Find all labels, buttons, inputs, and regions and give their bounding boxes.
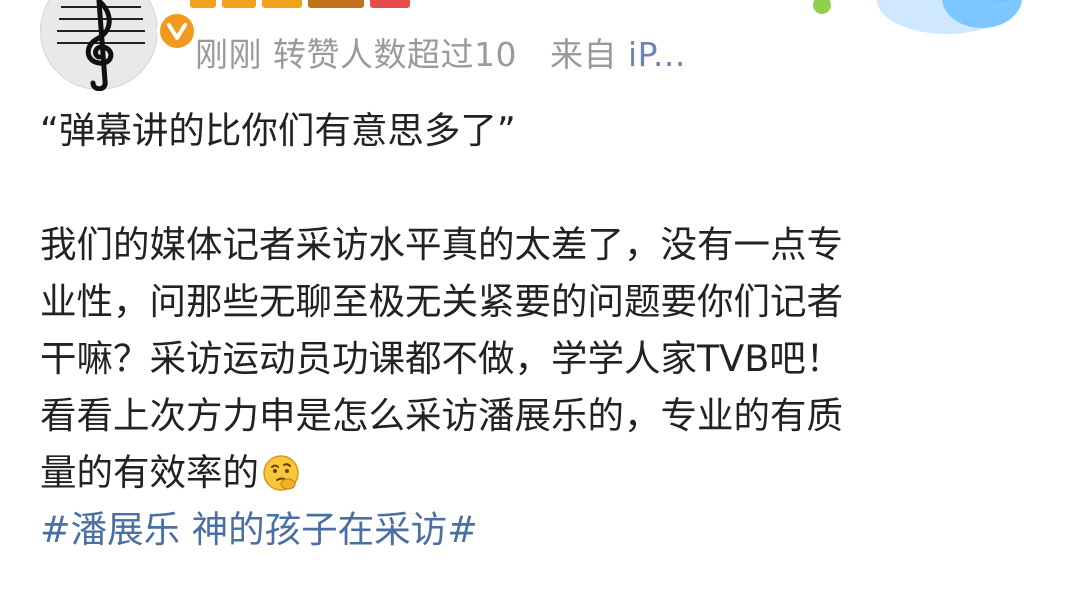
username-glyph (308, 0, 364, 8)
decorative-sticker (797, 0, 1027, 40)
username-glyph (262, 0, 302, 8)
verified-badge-icon (157, 11, 197, 51)
weibo-post: 刚刚 转赞人数超过10 来自 iP... “弹幕讲的比你们有意思多了” 我们的媒… (0, 0, 1065, 609)
username-glyph (222, 0, 256, 8)
hashtag-link[interactable]: #潘展乐 神的孩子在采访# (40, 508, 478, 551)
post-body: “弹幕讲的比你们有意思多了” 我们的媒体记者采访水平真的太差了，没有一点专 业性… (40, 102, 1040, 558)
username-glyph (370, 0, 410, 8)
post-time: 刚刚 (195, 35, 262, 74)
body-line: 业性，问那些无聊至极无关紧要的问题要你们记者 (40, 280, 843, 323)
repost-count: 转赞人数超过10 (273, 35, 517, 74)
body-line: 量的有效率的 (40, 451, 259, 494)
username-glyph (190, 0, 216, 8)
username-cropped[interactable] (190, 0, 410, 8)
thinking-face-emoji-icon (261, 452, 301, 492)
body-line: 看看上次方力申是怎么采访潘展乐的，专业的有质 (40, 394, 843, 437)
source-device-link[interactable]: iP... (628, 35, 686, 74)
body-line: 我们的媒体记者采访水平真的太差了，没有一点专 (40, 223, 843, 266)
body-line: 干嘛？采访运动员功课都不做，学学人家TVB吧！ (40, 337, 843, 380)
treble-clef-icon (57, 0, 145, 91)
post-meta: 刚刚 转赞人数超过10 来自 iP... (195, 28, 686, 76)
hashtag-line: #潘展乐 神的孩子在采访# (40, 501, 1040, 558)
body-line-last: 量的有效率的 (40, 444, 1040, 501)
avatar[interactable] (40, 0, 197, 91)
source-label: 来自 (550, 35, 617, 74)
quote-text: “弹幕讲的比你们有意思多了” (40, 109, 516, 152)
